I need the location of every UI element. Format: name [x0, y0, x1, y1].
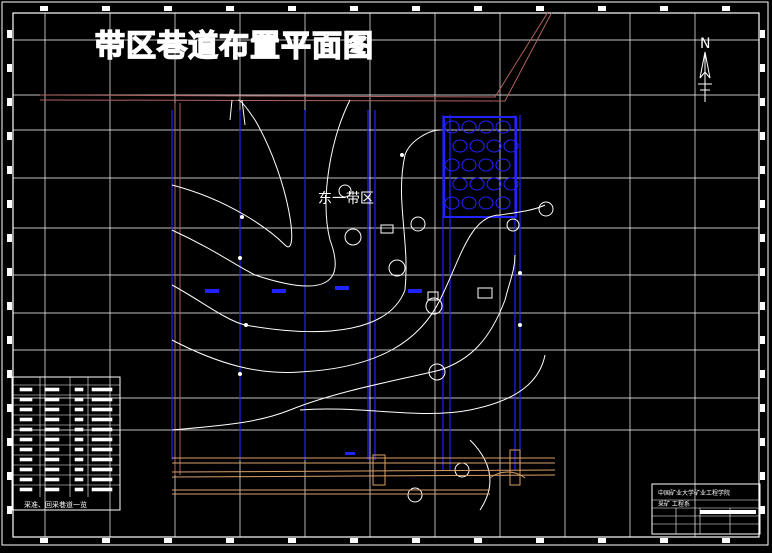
title-block: 中国矿业大学矿业工程学院 采矿 工程系: [651, 483, 761, 535]
contour-lines: [171, 99, 546, 511]
goaf-hatch-block: [443, 116, 519, 218]
main-haulage-roadway: [171, 449, 556, 495]
zone-label: 东一带区: [318, 191, 374, 207]
mining-boundary: [39, 11, 553, 475]
drawing-title: 带区巷道布置平面图: [95, 29, 374, 64]
border-ticks: [7, 6, 765, 543]
north-arrow-icon: N: [698, 36, 712, 102]
title-block-institution: 中国矿业大学矿业工程学院: [658, 489, 730, 497]
svg-text:N: N: [700, 36, 710, 52]
legend-table: 采准、回采巷道一览: [11, 376, 121, 511]
legend-caption: 采准、回采巷道一览: [24, 500, 87, 509]
equipment-symbols: [338, 184, 554, 503]
cad-drawing-canvas: 带区巷道布置平面图 N 东一带区 采准、回采巷道一览 中国矿业大学矿业工程学院 …: [0, 0, 772, 549]
title-block-department: 采矿 工程系: [658, 500, 690, 508]
survey-points: [238, 153, 522, 376]
